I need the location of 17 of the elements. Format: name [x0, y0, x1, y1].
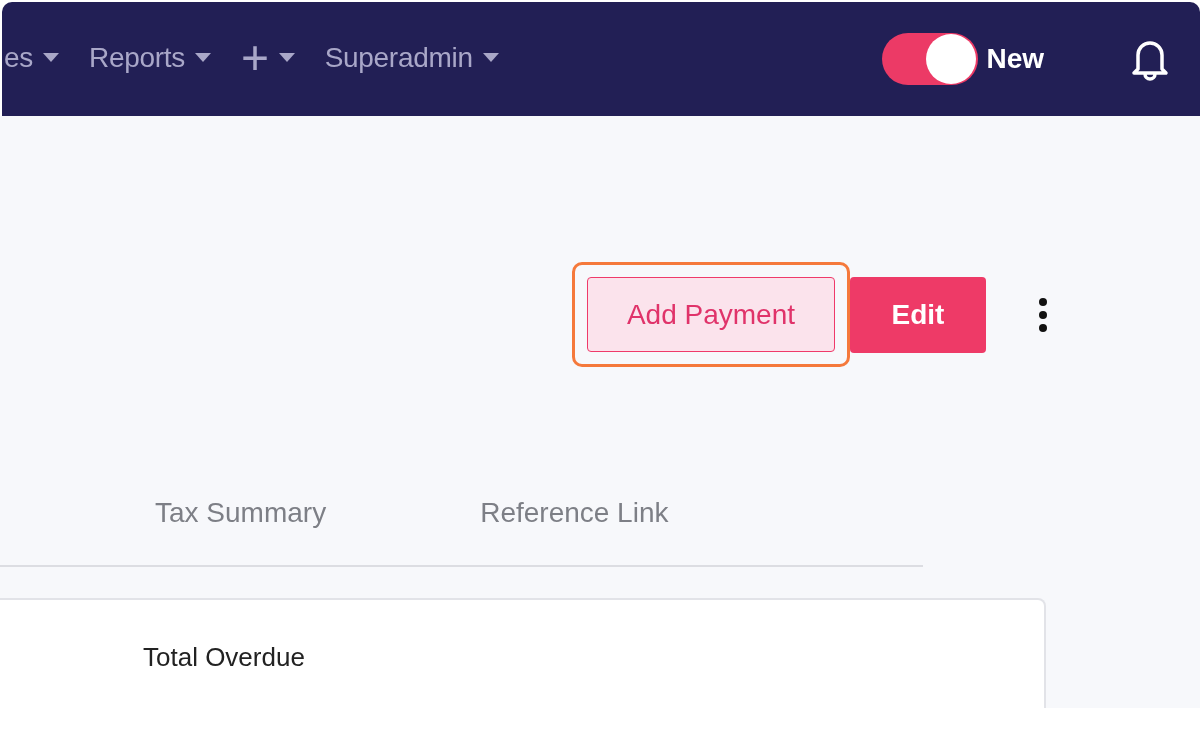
nav-menu[interactable]: Superadmin [324, 42, 499, 74]
add-payment-button[interactable]: Add Payment [587, 277, 835, 352]
tab[interactable]: Tax Summary [155, 497, 327, 529]
tab[interactable]: Reference Link [480, 497, 669, 529]
nav-menu[interactable]: Reports [89, 42, 211, 74]
caret-icon [278, 53, 295, 63]
add-menu[interactable]: + [240, 38, 295, 78]
caret-icon [194, 53, 211, 63]
caret-icon [482, 53, 499, 63]
caret-icon [43, 53, 59, 63]
toggle-label: New [986, 43, 1044, 75]
total-overdue-label: Total Overdue [143, 642, 305, 672]
more-options-icon[interactable] [1038, 296, 1048, 333]
edit-button[interactable]: Edit [850, 276, 986, 353]
nav-menu[interactable]: es [4, 42, 59, 74]
toggle-switch[interactable] [882, 33, 979, 85]
toggle-knob [926, 34, 977, 84]
